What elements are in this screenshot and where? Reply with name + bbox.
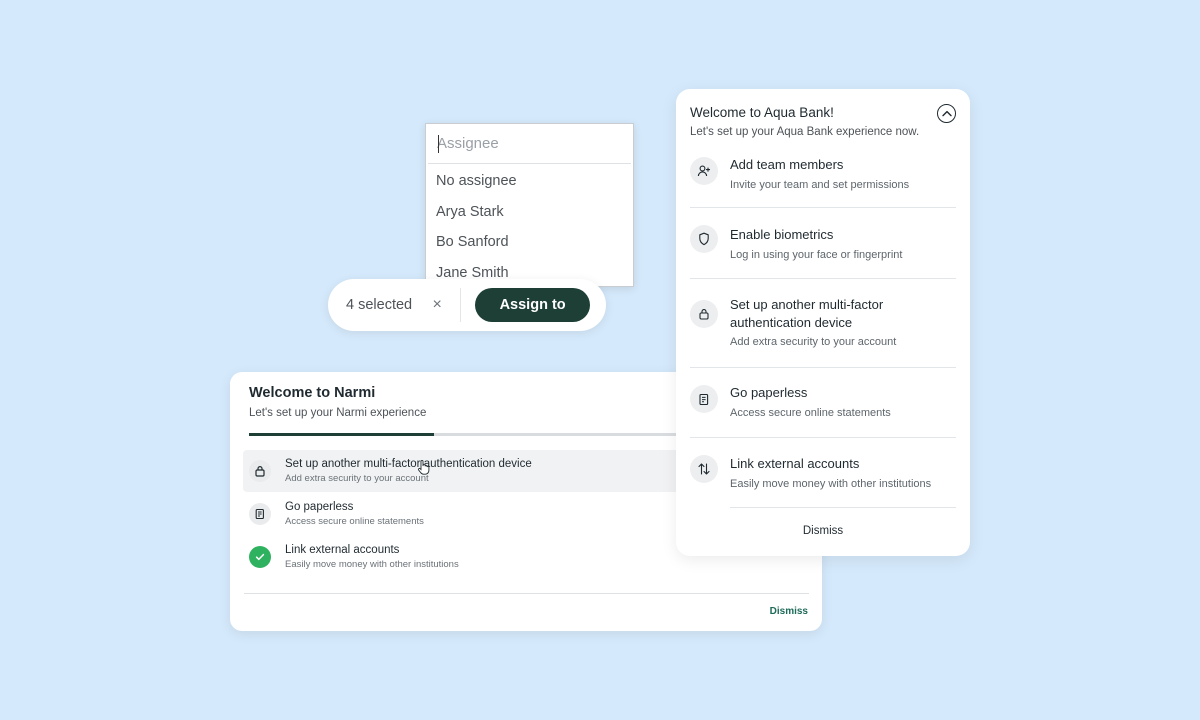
hand-cursor-icon bbox=[417, 459, 430, 480]
aqua-task-title: Link external accounts bbox=[730, 456, 860, 471]
aqua-panel-subtitle: Let's set up your Aqua Bank experience n… bbox=[690, 126, 920, 138]
check-icon bbox=[249, 546, 271, 568]
selected-count: 4 selected bbox=[346, 297, 413, 313]
aqua-task-title: Go paperless bbox=[730, 385, 808, 400]
narmi-task-desc: Add extra security to your account bbox=[285, 473, 429, 484]
assignee-dropdown: No assignee Arya Stark Bo Sanford Jane S… bbox=[425, 123, 634, 287]
narmi-card-title: Welcome to Narmi bbox=[249, 385, 376, 401]
narmi-card-subtitle: Let's set up your Narmi experience bbox=[249, 407, 427, 419]
narmi-task-desc: Easily move money with other institution… bbox=[285, 559, 459, 570]
narmi-task-text: Set up another multi-factor authenticati… bbox=[285, 458, 532, 484]
onboarding-progress-bar bbox=[249, 433, 679, 436]
aqua-task-title: Enable biometrics bbox=[730, 227, 834, 242]
document-icon bbox=[249, 503, 271, 525]
document-icon bbox=[690, 385, 718, 413]
aqua-task-enable-biometrics[interactable]: Enable biometrics Log in using your face… bbox=[690, 207, 956, 278]
assign-to-button[interactable]: Assign to bbox=[475, 288, 591, 322]
aqua-dismiss-button[interactable]: Dismiss bbox=[676, 525, 970, 537]
aqua-task-mfa[interactable]: Set up another multi-factor authenticati… bbox=[690, 278, 956, 367]
aqua-task-desc: Log in using your face or fingerprint bbox=[730, 248, 903, 261]
aqua-task-title: Set up another multi-factor authenticati… bbox=[730, 297, 884, 330]
clear-selection-close-icon[interactable]: × bbox=[429, 297, 445, 313]
assignee-option-arya-stark[interactable]: Arya Stark bbox=[426, 197, 633, 228]
aqua-task-add-team-members[interactable]: Add team members Invite your team and se… bbox=[690, 151, 956, 207]
narmi-divider bbox=[244, 593, 809, 594]
aqua-task-desc: Easily move money with other institution… bbox=[730, 477, 932, 490]
narmi-task-desc: Access secure online statements bbox=[285, 516, 424, 527]
lock-icon bbox=[690, 300, 718, 328]
collapse-chevron-up-icon[interactable] bbox=[937, 104, 956, 123]
aqua-task-paperless[interactable]: Go paperless Access secure online statem… bbox=[690, 367, 956, 437]
narmi-task-title: Link external accounts bbox=[285, 544, 400, 556]
narmi-task-text: Link external accounts Easily move money… bbox=[285, 544, 459, 570]
aqua-bottom-divider bbox=[730, 507, 956, 508]
assignee-option-no-assignee[interactable]: No assignee bbox=[426, 166, 633, 197]
narmi-task-text: Go paperless Access secure online statem… bbox=[285, 501, 424, 527]
narmi-task-title: Set up another multi-factor authenticati… bbox=[285, 458, 532, 470]
aqua-task-desc: Access secure online statements bbox=[730, 406, 891, 419]
narmi-task-title: Go paperless bbox=[285, 501, 354, 513]
aqua-task-desc: Invite your team and set permissions bbox=[730, 178, 910, 191]
bulk-selection-bar: 4 selected × Assign to bbox=[328, 279, 606, 331]
lock-icon bbox=[249, 460, 271, 482]
aqua-task-title: Add team members bbox=[730, 157, 844, 172]
aqua-task-list: Add team members Invite your team and se… bbox=[690, 151, 956, 507]
assignee-search-input[interactable] bbox=[437, 135, 631, 152]
add-user-icon bbox=[690, 157, 718, 185]
assignee-options-list: No assignee Arya Stark Bo Sanford Jane S… bbox=[426, 164, 633, 288]
text-caret bbox=[438, 135, 439, 153]
transfer-arrows-icon bbox=[690, 455, 718, 483]
aqua-task-desc: Add extra security to your account bbox=[730, 336, 897, 348]
onboarding-progress-fill bbox=[249, 433, 434, 436]
aqua-panel-title: Welcome to Aqua Bank! bbox=[690, 105, 834, 120]
aqua-task-link-accounts[interactable]: Link external accounts Easily move money… bbox=[690, 437, 956, 507]
bar-divider bbox=[460, 288, 462, 322]
aqua-bank-onboarding-panel: Welcome to Aqua Bank! Let's set up your … bbox=[676, 89, 970, 556]
shield-icon bbox=[690, 225, 718, 253]
narmi-dismiss-button[interactable]: Dismiss bbox=[770, 606, 808, 617]
assignee-option-bo-sanford[interactable]: Bo Sanford bbox=[426, 227, 633, 258]
assignee-input-wrap bbox=[428, 124, 631, 164]
